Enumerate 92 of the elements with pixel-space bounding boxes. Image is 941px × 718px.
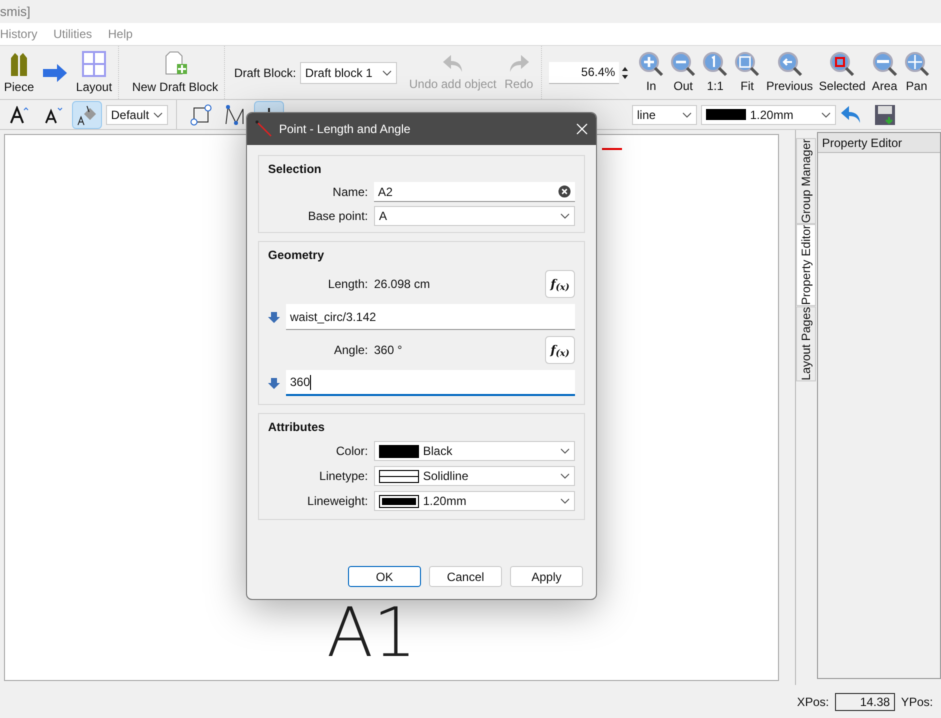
formula-button[interactable]: f$_{(x)}$ (545, 270, 575, 298)
magnifier-icon (702, 50, 728, 76)
arrow-right-icon[interactable] (42, 62, 68, 82)
attribute-select[interactable]: Solidline (374, 466, 575, 486)
magnifier-icon (872, 50, 898, 76)
group-title: Attributes (268, 419, 326, 436)
field-reading: 26.098 cm (374, 276, 432, 293)
chevron-icon (560, 213, 570, 219)
dock-tab[interactable]: Layout Pages (796, 306, 816, 382)
point-label: A1 (326, 600, 416, 668)
magnifier-icon (829, 50, 856, 76)
panel-title: Property Editor (818, 133, 940, 153)
menu-item[interactable]: Utilities (53, 25, 92, 43)
font-smaller-icon (43, 106, 63, 124)
chevron-icon (560, 498, 570, 504)
dialog-button[interactable]: Cancel (429, 566, 502, 587)
undo-arrow-icon[interactable] (840, 104, 862, 124)
chevron-icon (153, 112, 163, 118)
magnifier-icon (638, 50, 664, 76)
arrow-down-icon[interactable] (268, 311, 280, 323)
font-select[interactable]: Default (106, 104, 168, 124)
paint-bucket-icon (76, 104, 98, 126)
zoom-field[interactable]: 56.4% (549, 62, 620, 84)
name-field[interactable]: A2 (374, 182, 575, 202)
zoom-button[interactable]: Pan (900, 46, 933, 99)
xpos-label: XPos: (796, 694, 829, 710)
dialog-button[interactable]: OK (348, 566, 421, 587)
group-title: Selection (268, 161, 322, 178)
lineweight-select[interactable]: 1.20mm (701, 104, 836, 124)
attribute-select[interactable]: Black (374, 441, 575, 461)
window-title: smis] (0, 2, 30, 21)
zoom-button[interactable]: Out (667, 46, 700, 99)
field-label: Name: (332, 184, 368, 201)
arrow-down-icon[interactable] (268, 377, 280, 389)
linetype-select[interactable]: line (632, 104, 697, 124)
dialog-button[interactable]: Apply (510, 566, 583, 587)
attribute-select[interactable]: 1.20mm (374, 491, 575, 511)
field-label: Length: (326, 276, 368, 293)
close-icon[interactable] (576, 123, 588, 135)
clear-icon[interactable] (558, 185, 571, 198)
magnifier-icon (670, 50, 696, 76)
chevron-icon (382, 70, 392, 76)
lineweight-swatch-icon (706, 109, 746, 120)
chevron-icon (821, 112, 831, 118)
square-nodes-icon (190, 104, 212, 126)
layout-icon (81, 50, 108, 78)
undo-icon (440, 52, 465, 74)
xpos-field: 14.38 (834, 692, 895, 710)
field-label: Linetype: (318, 468, 368, 485)
toolbar-button[interactable]: Layout (72, 46, 116, 99)
formula-field[interactable]: 360 (286, 370, 575, 396)
dialog-title: Point - Length and Angle (279, 121, 412, 138)
field-label: Base point: (306, 208, 368, 225)
field-label: Lineweight: (306, 493, 368, 510)
formula-button[interactable]: f$_{(x)}$ (545, 336, 575, 364)
toolbar-button[interactable]: Piece (0, 46, 38, 99)
base-point-select[interactable]: A (374, 206, 575, 226)
magnifier-icon (904, 50, 930, 76)
magnifier-icon (776, 50, 803, 76)
formula-field[interactable]: waist_circ/3.142 (286, 304, 575, 330)
draft-block-select[interactable]: Draft block 1 (300, 62, 398, 84)
zoom-button[interactable]: Previous (763, 46, 816, 99)
chevron-icon (682, 112, 692, 118)
line-point-icon (255, 120, 273, 138)
field-label: Angle: (332, 342, 368, 359)
line-segment (602, 148, 622, 150)
field-label: Color: (334, 443, 368, 460)
zoom-button[interactable]: Selected (816, 46, 869, 99)
tool-button[interactable] (72, 100, 102, 128)
curve-icon (224, 104, 246, 126)
font-larger-icon (9, 106, 29, 124)
group-title: Geometry (268, 247, 326, 264)
color-swatch (379, 444, 419, 458)
ypos-label: YPos: (900, 694, 933, 710)
menu-item[interactable]: Help (108, 25, 133, 43)
dock-tab[interactable]: Property Editor (796, 224, 816, 306)
chevron-icon (560, 448, 570, 454)
zoom-button[interactable]: 1:1 (699, 46, 732, 99)
lineweight-swatch (379, 494, 419, 508)
menu-item[interactable]: History (0, 25, 38, 43)
draft-block-label: Draft Block: (234, 64, 296, 82)
save-icon[interactable] (874, 104, 896, 126)
linetype-swatch (379, 470, 419, 482)
dock-tab[interactable]: Group Manager (796, 138, 816, 224)
magnifier-icon (734, 50, 760, 76)
text-cursor (310, 374, 312, 390)
zoom-button[interactable]: Area (868, 46, 901, 99)
field-reading: 360 ° (374, 342, 404, 359)
toolbar-button[interactable]: New Draft Block (128, 46, 222, 99)
chevron-icon (560, 473, 570, 479)
zoom-button[interactable]: Fit (731, 46, 764, 99)
zoom-button[interactable]: In (635, 46, 668, 99)
